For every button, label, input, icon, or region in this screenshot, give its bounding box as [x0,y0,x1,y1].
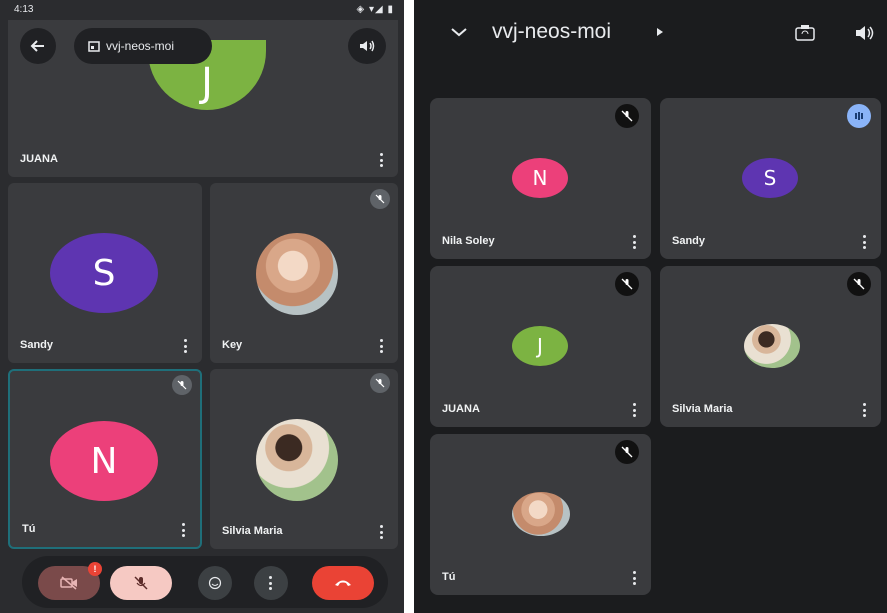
more-options-button[interactable] [254,566,288,600]
participant-name: Nila Soley [442,235,495,247]
status-time: 4:13 [14,4,34,15]
left-call-screen: 4:13 ◈ ▾◢ ▮ J JUANA vvj-neos-moi S Sandy… [0,0,404,613]
emoji-icon [208,576,222,590]
participant-photo [256,419,338,501]
mic-off-icon [615,272,639,296]
participant-photo [512,492,570,536]
calendar-icon [88,41,100,52]
camera-warning-badge: ! [88,562,102,576]
meeting-name: vvj-neos-moi [106,39,175,53]
more-options-icon[interactable] [633,235,637,249]
participant-tile-silvia-maria[interactable]: Silvia Maria [210,369,398,549]
participant-tile-self[interactable]: Tú [430,434,651,595]
participant-tile-key[interactable]: Key [210,183,398,363]
more-vert-icon [269,576,273,590]
participant-name: Sandy [672,235,706,247]
participant-name: JUANA [20,153,58,165]
mic-off-icon [615,104,639,128]
right-call-screen: vvj-neos-moi N Nila Soley S Sandy J JUAN… [414,0,887,613]
mic-off-icon [370,373,390,393]
mic-off-icon [134,576,148,590]
participant-name: Tú [22,523,36,535]
hang-up-icon [335,580,351,586]
more-options-icon[interactable] [182,523,186,537]
arrow-back-icon [30,40,44,52]
call-controls-bar: ! [22,556,388,608]
participant-tile-sandy[interactable]: S Sandy [8,183,202,363]
more-options-icon[interactable] [863,235,867,249]
participant-name: Silvia Maria [672,403,733,415]
avatar-self: N [50,421,158,501]
more-options-icon[interactable] [633,403,637,417]
end-call-button[interactable] [312,566,374,600]
more-options-icon[interactable] [863,403,867,417]
participant-tile-sandy[interactable]: S Sandy [660,98,881,259]
avatar-sandy: S [742,158,798,198]
mic-off-icon [615,440,639,464]
avatar-nila-soley: N [512,158,568,198]
audio-level-icon [847,104,871,128]
reactions-button[interactable] [198,566,232,600]
participant-tile-self[interactable]: N Tú [8,369,202,549]
participant-name: Silvia Maria [222,525,283,537]
mic-off-icon [370,189,390,209]
more-options-icon[interactable] [380,525,384,539]
switch-camera-icon[interactable] [794,24,816,42]
caret-right-icon[interactable] [656,27,664,37]
chevron-down-icon[interactable] [450,26,468,38]
participant-photo [256,233,338,315]
back-button[interactable] [20,28,56,64]
more-options-icon[interactable] [633,571,637,585]
speaker-icon[interactable] [854,24,876,42]
more-options-icon[interactable] [184,339,188,353]
camera-off-icon [60,576,77,590]
audio-output-button[interactable] [348,28,386,64]
status-bar: 4:13 ◈ ▾◢ ▮ [0,0,404,20]
participant-name: Tú [442,571,456,583]
participant-tile-nila-soley[interactable]: N Nila Soley [430,98,651,259]
participant-name: Sandy [20,339,54,351]
status-icons: ◈ ▾◢ ▮ [356,4,394,15]
participant-name: JUANA [442,403,480,415]
meeting-info-button[interactable]: vvj-neos-moi [74,28,212,64]
more-options-icon[interactable] [380,339,384,353]
speaker-icon [360,40,375,52]
meeting-name[interactable]: vvj-neos-moi [492,20,611,44]
screenshot-divider [404,0,414,613]
avatar-sandy: S [50,233,158,313]
participant-tile-juana[interactable]: J JUANA [430,266,651,427]
participant-tile-silvia-maria[interactable]: Silvia Maria [660,266,881,427]
more-options-icon[interactable] [380,153,384,167]
avatar-juana: J [512,326,568,366]
mic-off-icon [172,375,192,395]
participant-name: Key [222,339,243,351]
participant-photo [744,324,800,368]
mic-off-icon [847,272,871,296]
mic-toggle-button[interactable] [110,566,172,600]
